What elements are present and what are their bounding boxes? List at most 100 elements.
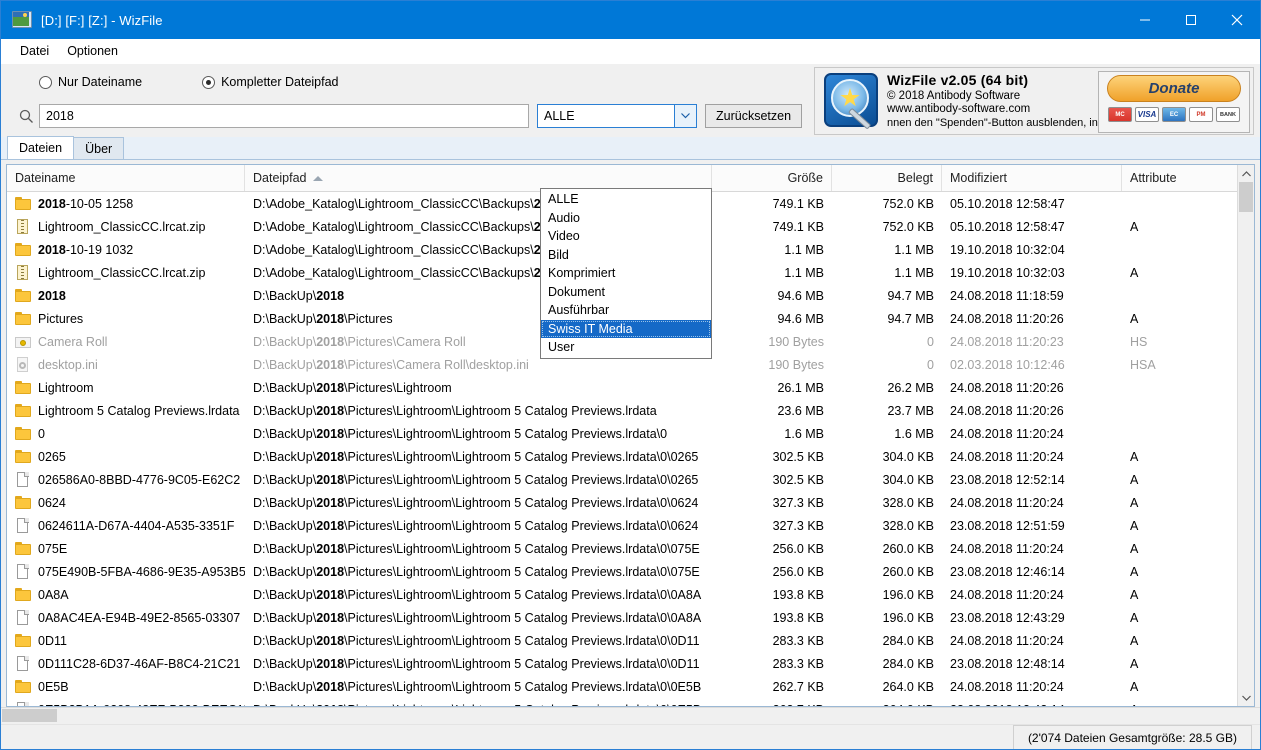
table-row[interactable]: 0624611A-D67A-4404-A535-3351F D:\BackUp\ 2…: [7, 514, 1254, 537]
menu-bar: Datei Optionen: [1, 39, 1260, 64]
cell-attribute: A: [1130, 219, 1139, 234]
table-row[interactable]: 0A8AC4EA-E94B-49E2-8565-03307 D:\BackUp\ 2…: [7, 606, 1254, 629]
wizfile-window: [D:] [F:] [Z:] - WizFile Datei Optionen …: [0, 0, 1261, 750]
cell-modifiziert: 23.08.2018 12:43:29: [950, 610, 1065, 625]
cell-dateiname: Lightroom: [7, 380, 245, 395]
menu-item-datei[interactable]: Datei: [11, 42, 58, 60]
vertical-scrollbar[interactable]: [1237, 165, 1254, 706]
cell-attribute: A: [1130, 449, 1139, 464]
cell-modifiziert: 24.08.2018 11:20:26: [950, 403, 1064, 418]
file-name: 075E490B-5FBA-4686-9E35-A953B5: [38, 564, 245, 579]
search-input[interactable]: 2018: [39, 104, 529, 128]
radio-nur-dateiname[interactable]: Nur Dateiname: [39, 75, 142, 89]
table-row[interactable]: 0E5B2B1A-9208-48EF-B332-BEEC1FD:\BackUp\…: [7, 698, 1254, 706]
search-panel: Nur Dateiname Kompletter Dateipfad 2018 …: [1, 64, 1260, 359]
cell-modifiziert: 24.08.2018 11:20:23: [950, 334, 1064, 349]
cell-belegt: 196.0 KB: [882, 587, 934, 602]
table-row[interactable]: 026586A0-8BBD-4776-9C05-E62C2 D:\BackUp\ 2…: [7, 468, 1254, 491]
window-controls: [1122, 1, 1260, 39]
chevron-down-icon[interactable]: [674, 105, 696, 127]
cell-belegt: 94.7 MB: [887, 311, 934, 326]
window-title: [D:] [F:] [Z:] - WizFile: [41, 12, 163, 28]
dropdown-item-swiss-it-media[interactable]: Swiss IT Media: [541, 319, 711, 338]
file-name: 2018: [38, 288, 66, 303]
column-header-modifiziert[interactable]: Modifiziert: [942, 165, 1122, 191]
cell-groesse: 327.3 KB: [772, 495, 824, 510]
table-row[interactable]: 0D111C28-6D37-46AF-B8C4-21C21 D:\BackUp\ 2…: [7, 652, 1254, 675]
donate-button[interactable]: Donate: [1107, 75, 1241, 102]
maximize-icon[interactable]: [1168, 1, 1214, 39]
dropdown-item-video[interactable]: Video: [541, 227, 711, 246]
table-row[interactable]: 0624 D:\BackUp\ 2018 \Pictures\Lightroom\Li…: [7, 491, 1254, 514]
dropdown-item-user[interactable]: User: [541, 338, 711, 357]
cell-modifiziert: 24.08.2018 11:20:26: [950, 380, 1064, 395]
column-header-belegt[interactable]: Belegt: [832, 165, 942, 191]
cell-belegt: 1.1 MB: [894, 265, 934, 280]
cell-groesse: 283.3 KB: [772, 656, 824, 671]
dropdown-item-alle[interactable]: ALLE: [541, 190, 711, 209]
table-row[interactable]: 0265 D:\BackUp\ 2018 \Pictures\Lightroom\Li…: [7, 445, 1254, 468]
radio-kompletter-dateipfad[interactable]: Kompletter Dateipfad: [202, 75, 339, 89]
horizontal-scrollbar[interactable]: [1, 707, 1260, 724]
cell-dateiname: 0E5B: [7, 679, 245, 694]
dropdown-item-ausfuehrbar[interactable]: Ausführbar: [541, 301, 711, 320]
folder-icon: [15, 495, 31, 510]
scrollbar-thumb[interactable]: [1239, 182, 1253, 212]
file-icon: [15, 564, 31, 579]
cell-belegt: 328.0 KB: [882, 495, 934, 510]
cell-groesse: 262.7 KB: [712, 703, 832, 707]
table-row[interactable]: 0A8A D:\BackUp\ 2018 \Pictures\Lightroom\Li…: [7, 583, 1254, 606]
folder-icon: [15, 380, 31, 395]
table-row[interactable]: 075E490B-5FBA-4686-9E35-A953B5 D:\BackUp\…: [7, 560, 1254, 583]
column-header-dateiname[interactable]: Dateiname: [7, 165, 245, 191]
table-row[interactable]: Lightroom 5 Catalog Previews.lrdata D:\Ba…: [7, 399, 1254, 422]
column-header-groesse[interactable]: Größe: [712, 165, 832, 191]
file-name: 0624611A-D67A-4404-A535-3351F: [38, 518, 235, 533]
file-name: Lightroom: [38, 380, 94, 395]
cell-belegt: 0: [927, 334, 934, 349]
cell-dateiname: Lightroom 5 Catalog Previews.lrdata: [7, 403, 245, 418]
file-icon: [15, 656, 31, 671]
file-name: 0D111C28-6D37-46AF-B8C4-21C21: [38, 656, 241, 671]
cell-modifiziert: 24.08.2018 11:20:24: [950, 449, 1064, 464]
cell-belegt: 284.0 KB: [882, 656, 934, 671]
reset-button[interactable]: Zurücksetzen: [705, 104, 803, 128]
cell-groesse: 94.6 MB: [777, 311, 824, 326]
menu-item-optionen[interactable]: Optionen: [58, 42, 127, 60]
table-row[interactable]: 075E D:\BackUp\ 2018 \Pictures\Lightroom\Li…: [7, 537, 1254, 560]
cell-belegt: 260.0 KB: [882, 541, 934, 556]
cell-dateiname: 2018-10-05 1258: [7, 196, 245, 211]
filter-combobox[interactable]: ALLE: [537, 104, 697, 128]
dropdown-item-komprimiert[interactable]: Komprimiert: [541, 264, 711, 283]
table-row[interactable]: 0D11 D:\BackUp\ 2018 \Pictures\Lightroom\Li…: [7, 629, 1254, 652]
filter-dropdown-list[interactable]: ALLE Audio Video Bild Komprimiert Dokume…: [540, 188, 712, 359]
cell-dateipfad: D:\BackUp\2018\Pictures\Lightroom\Lightr…: [253, 541, 700, 556]
scroll-up-icon[interactable]: [1238, 165, 1254, 182]
zip-file-icon: [15, 219, 31, 234]
folder-icon: [15, 196, 31, 211]
dropdown-item-dokument[interactable]: Dokument: [541, 283, 711, 302]
dropdown-item-bild[interactable]: Bild: [541, 246, 711, 265]
column-header-attribute[interactable]: Attribute: [1122, 165, 1240, 191]
dropdown-item-audio[interactable]: Audio: [541, 209, 711, 228]
filter-value: ALLE: [544, 109, 575, 123]
table-row[interactable]: Lightroom D:\BackUp\ 2018 \Pictures\Lightro…: [7, 376, 1254, 399]
cell-groesse: 1.1 MB: [784, 265, 824, 280]
file-name: Camera Roll: [38, 334, 108, 349]
cell-groesse: 327.3 KB: [772, 518, 824, 533]
file-name: Lightroom_ClassicCC.lrcat.zip: [38, 265, 206, 280]
cell-belegt: 94.7 MB: [887, 288, 934, 303]
minimize-icon[interactable]: [1122, 1, 1168, 39]
table-row[interactable]: 0 D:\BackUp\ 2018 \Pictures\Lightroom\Light…: [7, 422, 1254, 445]
tab-ueber[interactable]: Über: [73, 137, 125, 159]
file-name: 0A8AC4EA-E94B-49E2-8565-03307: [38, 610, 241, 625]
cell-belegt: 23.7 MB: [887, 403, 934, 418]
cell-dateiname: 026586A0-8BBD-4776-9C05-E62C2: [7, 472, 245, 487]
scrollbar-track[interactable]: [1238, 182, 1254, 689]
scroll-down-icon[interactable]: [1238, 689, 1254, 706]
table-row[interactable]: 0E5B D:\BackUp\ 2018 \Pictures\Lightroom\Li…: [7, 675, 1254, 698]
file-name: 0D11: [38, 633, 67, 648]
horizontal-scrollbar-thumb[interactable]: [2, 709, 57, 722]
close-icon[interactable]: [1214, 1, 1260, 39]
tab-dateien[interactable]: Dateien: [7, 136, 75, 159]
